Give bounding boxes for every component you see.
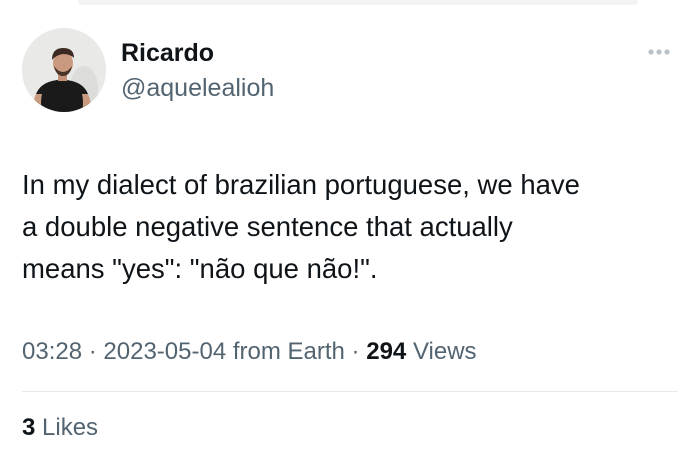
tweet-source: from Earth [232, 338, 345, 365]
likes-label: Likes [42, 414, 99, 441]
tweet-text: In my dialect of brazilian portuguese, w… [22, 169, 580, 284]
tweet-time[interactable]: 03:28 [22, 338, 82, 365]
tweet-date[interactable]: 2023-05-04 [103, 338, 226, 365]
profile-photo [22, 28, 106, 112]
meta-separator: · [351, 338, 360, 365]
likes-count: 3 [22, 414, 36, 441]
author-name[interactable]: Ricardo [121, 38, 214, 68]
more-horizontal-icon [648, 49, 670, 55]
views-label: Views [412, 338, 477, 365]
views-count: 294 [366, 338, 407, 365]
author-handle[interactable]: @aquelealioh [121, 73, 274, 103]
avatar[interactable] [22, 28, 106, 112]
more-options-button[interactable] [642, 40, 676, 64]
tweet-metadata: 03:28 · 2023-05-04 from Earth · 294 View… [22, 337, 477, 367]
divider [22, 391, 678, 392]
likes-stat[interactable]: 3 Likes [22, 413, 98, 443]
meta-separator: · [88, 338, 97, 365]
previous-tweet-edge [78, 0, 638, 5]
